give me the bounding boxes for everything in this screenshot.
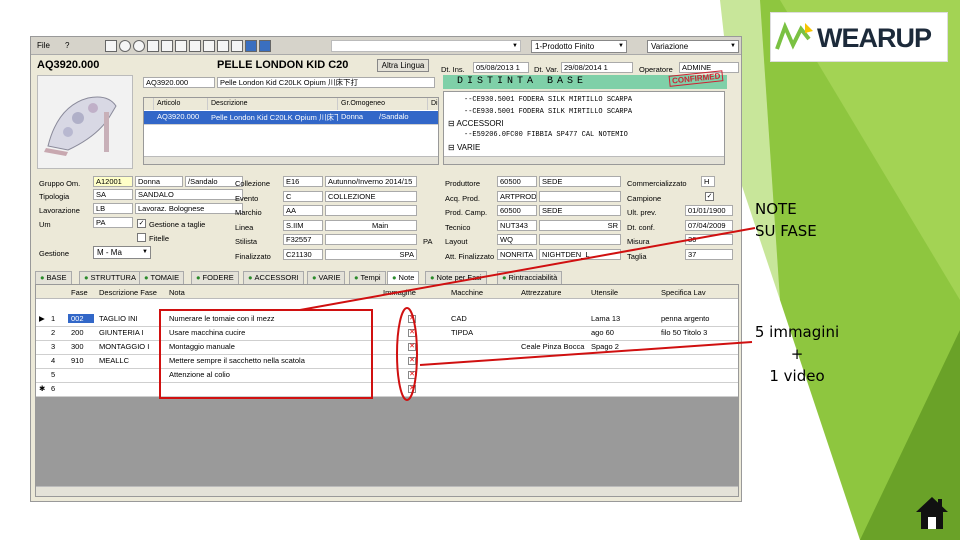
note-arrow-line [299, 227, 756, 311]
image-highlight-ellipse [396, 307, 418, 401]
home-icon[interactable] [914, 495, 950, 531]
annotation-overlay [159, 227, 756, 401]
immagini-annotation: 5 immagini + 1 video [754, 323, 840, 385]
nota-highlight-box [159, 309, 373, 399]
note-su-fase-annotation: NOTE SU FASE [755, 200, 817, 240]
image-arrow-line [419, 341, 753, 366]
